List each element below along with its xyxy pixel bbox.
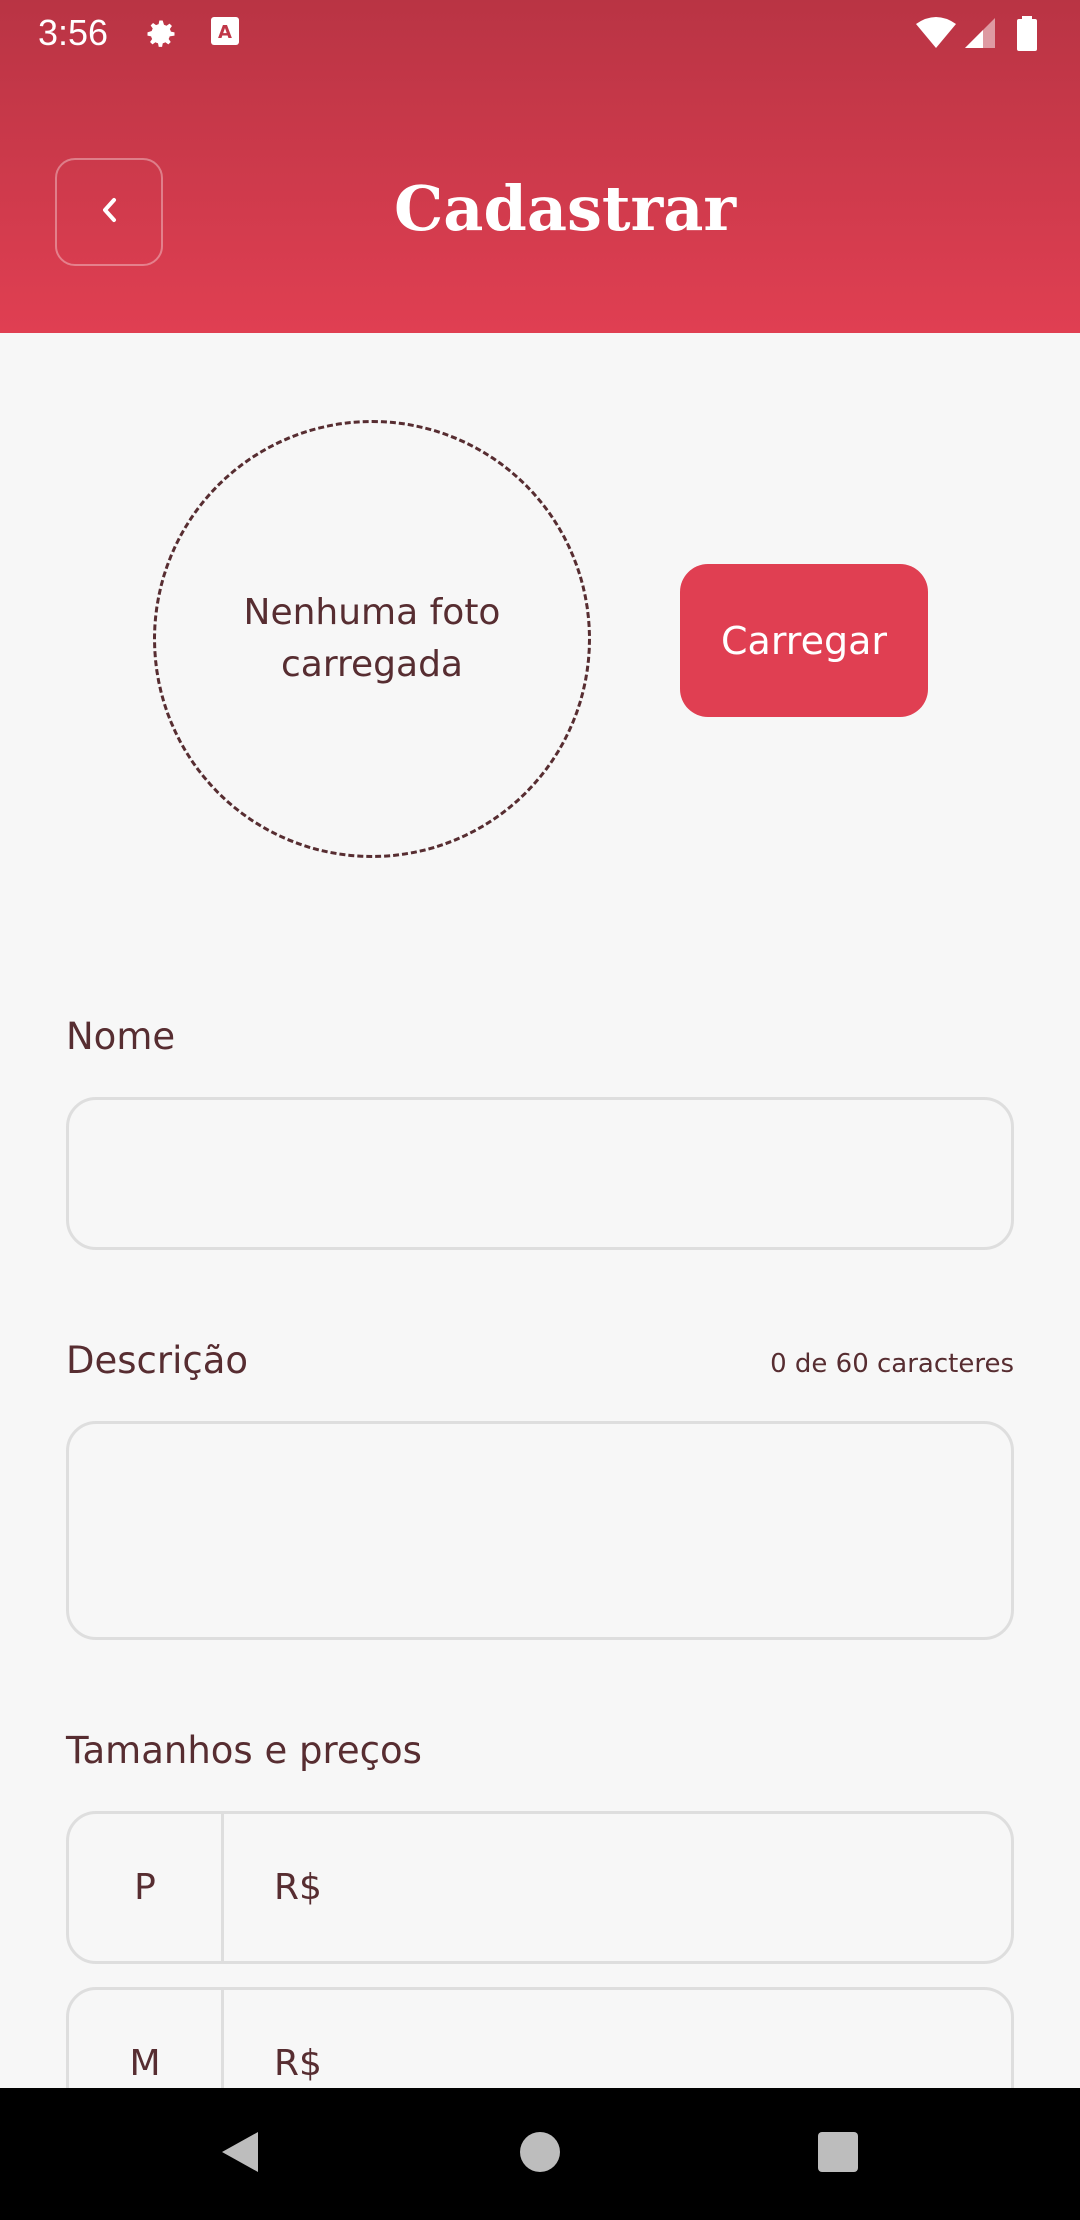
- description-field[interactable]: [66, 1421, 1014, 1640]
- home-circle-icon: [519, 2131, 561, 2177]
- nav-home-button[interactable]: [480, 2088, 600, 2220]
- photo-placeholder: Nenhuma foto carregada: [153, 420, 591, 858]
- size-row-p: P R$: [66, 1811, 1014, 1964]
- description-label: Descrição: [66, 1339, 249, 1382]
- settings-icon: [143, 16, 177, 50]
- accessibility-a-icon: A: [210, 16, 244, 50]
- battery-icon: [1016, 16, 1038, 51]
- status-time: 3:56: [38, 12, 109, 53]
- name-field[interactable]: [66, 1097, 1014, 1250]
- nav-back-button[interactable]: [180, 2088, 300, 2220]
- status-bar: 3:56 A: [0, 0, 1080, 68]
- size-label: P: [69, 1814, 224, 1961]
- nav-recents-button[interactable]: [778, 2088, 898, 2220]
- photo-placeholder-text: Nenhuma foto carregada: [243, 592, 501, 685]
- cellular-signal-icon: [963, 16, 997, 50]
- system-nav-bar: [0, 2088, 1080, 2220]
- back-triangle-icon: [218, 2128, 262, 2180]
- recents-square-icon: [817, 2131, 859, 2177]
- price-input[interactable]: R$: [274, 1814, 322, 1961]
- upload-photo-button[interactable]: Carregar: [680, 564, 928, 717]
- app-header: 3:56 A Cadastrar: [0, 0, 1080, 333]
- svg-text:A: A: [218, 22, 232, 43]
- description-char-counter: 0 de 60 caracteres: [770, 1349, 1014, 1379]
- name-label: Nome: [66, 1015, 176, 1058]
- wifi-icon: [915, 16, 957, 50]
- page-title: Cadastrar: [393, 172, 737, 245]
- sizes-label: Tamanhos e preços: [66, 1729, 422, 1772]
